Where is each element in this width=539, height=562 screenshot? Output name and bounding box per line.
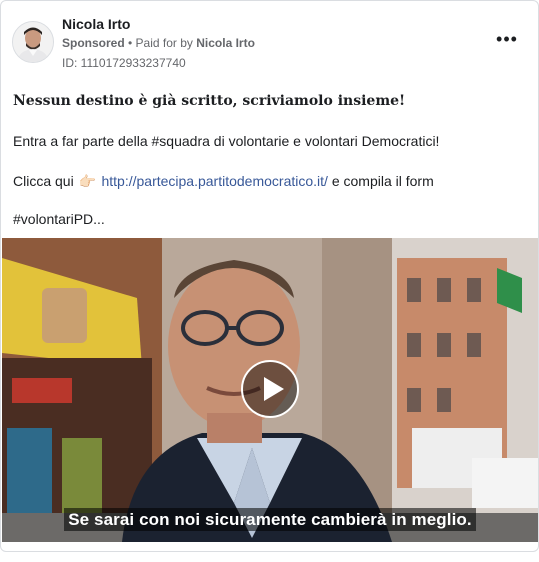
post-hashtags[interactable]: #volontariPD... xyxy=(13,211,105,227)
pointing-hand-icon: 👉🏻 xyxy=(78,173,97,189)
video-player[interactable]: Se sarai con noi sicuramente cambierà in… xyxy=(2,238,538,542)
avatar[interactable] xyxy=(12,21,54,63)
advertiser-name[interactable]: Nicola Irto xyxy=(62,16,130,32)
avatar-image xyxy=(13,22,53,62)
sponsored-label: Sponsored xyxy=(62,36,125,50)
more-options-icon[interactable]: ••• xyxy=(495,30,519,48)
post-paragraph-2: Clicca qui 👉🏻 http://partecipa.partitode… xyxy=(13,173,434,190)
ad-header: Nicola Irto Sponsored • Paid for by Nico… xyxy=(12,13,527,73)
video-subtitle-text: Se sarai con noi sicuramente cambierà in… xyxy=(64,508,476,531)
video-subtitle: Se sarai con noi sicuramente cambierà in… xyxy=(2,508,538,531)
play-icon[interactable] xyxy=(241,360,299,418)
sponsored-meta: Sponsored • Paid for by Nicola Irto xyxy=(62,36,255,50)
post-headline: Nessun destino è già scritto, scriviamol… xyxy=(13,93,406,109)
participation-link[interactable]: http://partecipa.partitodemocratico.it/ xyxy=(101,173,327,189)
meta-separator: • xyxy=(124,36,136,50)
paid-for-name: Nicola Irto xyxy=(196,36,255,50)
paid-for-prefix: Paid for by xyxy=(135,36,197,50)
ad-id: ID: 1110172933237740 xyxy=(62,56,186,70)
ad-card: Nicola Irto Sponsored • Paid for by Nico… xyxy=(0,0,539,552)
paragraph-2-prefix: Clicca qui xyxy=(13,173,74,189)
post-paragraph-1: Entra a far parte della #squadra di volo… xyxy=(13,133,440,149)
paragraph-2-suffix: e compila il form xyxy=(327,173,434,189)
